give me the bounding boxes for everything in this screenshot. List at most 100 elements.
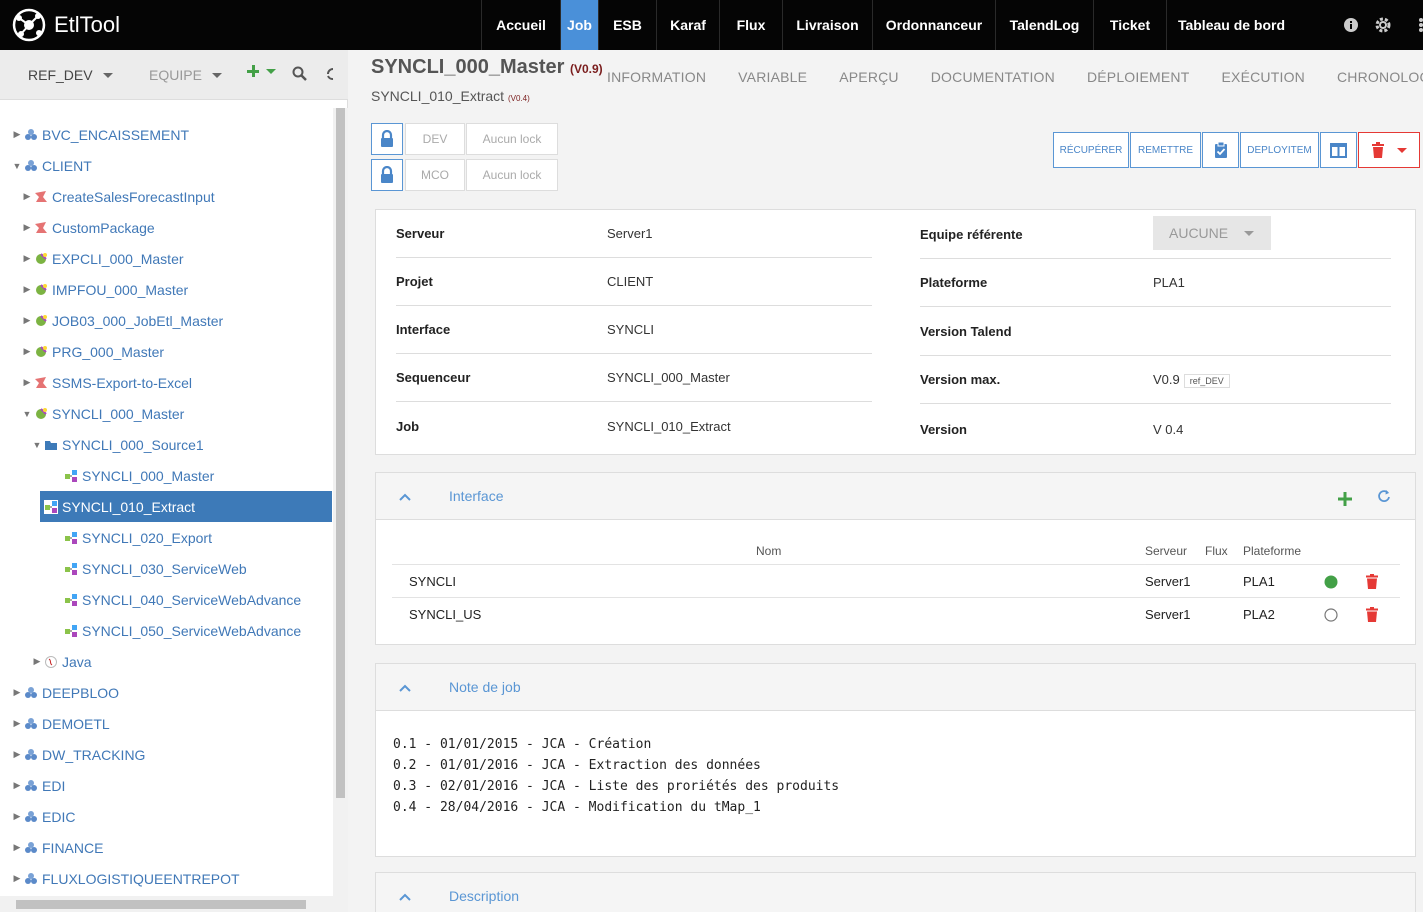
caret-right-icon[interactable]: ▶: [22, 284, 32, 295]
tree-item-bvc-encaissement[interactable]: ▶ BVC_ENCAISSEMENT: [0, 119, 190, 150]
status-active-icon[interactable]: [1324, 575, 1338, 592]
tree-item-createsalesforecastinput[interactable]: ▶ CreateSalesForecastInput: [0, 181, 215, 212]
caret-right-icon[interactable]: [52, 626, 62, 636]
trash-icon[interactable]: [1366, 574, 1378, 592]
scrollbar-thumb[interactable]: [16, 900, 306, 909]
sidebar-vertical-scrollbar[interactable]: [333, 108, 348, 912]
team-dropdown[interactable]: EQUIPE: [149, 67, 222, 83]
caret-right-icon[interactable]: ▶: [12, 873, 22, 884]
tree-item-syncli-010-extract[interactable]: SYNCLI_010_Extract: [40, 491, 332, 522]
tree-item-java[interactable]: ▶ Java: [0, 646, 92, 677]
caret-right-icon[interactable]: ▶: [32, 656, 42, 667]
sync-icon[interactable]: [325, 66, 335, 82]
nav-item-livraison[interactable]: Livraison: [782, 0, 872, 50]
add-interface-icon[interactable]: [1337, 491, 1353, 507]
caret-down-icon[interactable]: ▼: [12, 161, 22, 171]
tab-chronologie[interactable]: CHRONOLOGIE: [1337, 69, 1423, 85]
caret-down-icon[interactable]: ▼: [22, 409, 32, 419]
nav-item-job[interactable]: Job: [560, 0, 598, 50]
caret-right-icon[interactable]: ▶: [12, 780, 22, 791]
chevron-up-icon[interactable]: [398, 890, 412, 904]
caret-right-icon[interactable]: ▶: [12, 718, 22, 729]
tree-item-syncli-020-export[interactable]: SYNCLI_020_Export: [0, 522, 212, 553]
tree-item-edi[interactable]: ▶ EDI: [0, 770, 66, 801]
caret-right-icon[interactable]: [52, 471, 62, 481]
tree-item-finance[interactable]: ▶ FINANCE: [0, 832, 104, 863]
nav-item-talendlog[interactable]: TalendLog: [995, 0, 1093, 50]
tree-item-client[interactable]: ▼ CLIENT: [0, 150, 92, 181]
nav-item-ticket[interactable]: Ticket: [1093, 0, 1166, 50]
equipe-dropdown[interactable]: AUCUNE: [1153, 216, 1271, 250]
tree-item-dw-tracking[interactable]: ▶ DW_TRACKING: [0, 739, 146, 770]
caret-right-icon[interactable]: [52, 595, 62, 605]
column-header-nom[interactable]: Nom: [756, 544, 781, 558]
clipboard-check-button[interactable]: [1202, 132, 1239, 168]
tree-item-syncli-000-master[interactable]: ▼ SYNCLI_000_Master: [0, 398, 185, 429]
deployitem-button[interactable]: DEPLOYITEM: [1240, 132, 1319, 168]
tree-item-syncli-000-master[interactable]: SYNCLI_000_Master: [0, 460, 214, 491]
chevron-up-icon[interactable]: [398, 490, 412, 504]
caret-right-icon[interactable]: ▶: [12, 687, 22, 698]
search-icon[interactable]: [292, 66, 307, 81]
caret-right-icon[interactable]: ▶: [22, 191, 32, 202]
add-dropdown[interactable]: [246, 64, 276, 78]
caret-right-icon[interactable]: [52, 533, 62, 543]
trash-icon[interactable]: [1366, 607, 1378, 625]
refresh-icon[interactable]: [1377, 489, 1391, 503]
caret-right-icon[interactable]: ▶: [12, 842, 22, 853]
sidebar-horizontal-scrollbar[interactable]: [0, 896, 333, 912]
tree-item-demoetl[interactable]: ▶ DEMOETL: [0, 708, 110, 739]
status-inactive-icon[interactable]: [1324, 608, 1338, 625]
gear-icon[interactable]: [1373, 15, 1393, 35]
tab-apercu[interactable]: APERÇU: [839, 69, 899, 85]
tab-execution[interactable]: EXÉCUTION: [1222, 69, 1305, 85]
tab-deploiement[interactable]: DÉPLOIEMENT: [1087, 69, 1190, 85]
scrollbar-thumb[interactable]: [336, 108, 345, 798]
branch-dropdown[interactable]: REF_DEV: [28, 67, 113, 83]
tree-item-prg-000-master[interactable]: ▶ PRG_000_Master: [0, 336, 165, 367]
info-icon[interactable]: [1341, 15, 1361, 35]
tree-item-expcli-000-master[interactable]: ▶ EXPCLI_000_Master: [0, 243, 184, 274]
recuperer-button[interactable]: RÉCUPÉRER: [1053, 132, 1129, 168]
lock-button[interactable]: [371, 159, 403, 191]
nav-item-accueil[interactable]: Accueil: [481, 0, 560, 50]
tab-documentation[interactable]: DOCUMENTATION: [931, 69, 1055, 85]
nav-item-flux[interactable]: Flux: [719, 0, 782, 50]
remettre-button[interactable]: REMETTRE: [1130, 132, 1201, 168]
nav-item-karaf[interactable]: Karaf: [656, 0, 719, 50]
tree-item-impfou-000-master[interactable]: ▶ IMPFOU_000_Master: [0, 274, 189, 305]
nav-item-ordonnanceur[interactable]: Ordonnanceur: [872, 0, 995, 50]
caret-right-icon[interactable]: ▶: [12, 129, 22, 140]
interface-panel-header[interactable]: Interface: [376, 473, 1415, 520]
brand[interactable]: EtlTool: [10, 6, 120, 44]
tab-information[interactable]: INFORMATION: [607, 69, 706, 85]
tree-item-ssms-export-to-excel[interactable]: ▶ SSMS-Export-to-Excel: [0, 367, 193, 398]
caret-right-icon[interactable]: [52, 564, 62, 574]
caret-right-icon[interactable]: ▶: [22, 346, 32, 357]
tree-item-syncli-050-servicewebadvance[interactable]: SYNCLI_050_ServiceWebAdvance: [0, 615, 301, 646]
delete-dropdown-button[interactable]: [1358, 132, 1420, 168]
nav-item-esb[interactable]: ESB: [598, 0, 656, 50]
lock-button[interactable]: [371, 123, 403, 155]
caret-right-icon[interactable]: ▶: [12, 811, 22, 822]
column-header-serveur[interactable]: Serveur: [1145, 544, 1187, 558]
tree-item-custompackage[interactable]: ▶ CustomPackage: [0, 212, 155, 243]
tree-item-fluxlogistiqueentrepot[interactable]: ▶ FLUXLOGISTIQUEENTREPOT: [0, 863, 240, 894]
caret-right-icon[interactable]: ▶: [22, 377, 32, 388]
tree-item-syncli-030-serviceweb[interactable]: SYNCLI_030_ServiceWeb: [0, 553, 247, 584]
tree-item-edic[interactable]: ▶ EDIC: [0, 801, 76, 832]
tree-item-syncli-000-source1[interactable]: ▼ SYNCLI_000_Source1: [0, 429, 204, 460]
tree-item-job03-000-jobetl-master[interactable]: ▶ JOB03_000_JobEtl_Master: [0, 305, 224, 336]
tab-variable[interactable]: VARIABLE: [738, 69, 807, 85]
tree-item-deepbloo[interactable]: ▶ DEEPBLOO: [0, 677, 120, 708]
nav-item-tableau-de-bord[interactable]: Tableau de bord: [1166, 0, 1296, 50]
more-icon[interactable]: [1411, 15, 1423, 35]
description-panel-header[interactable]: Description: [376, 873, 1415, 912]
chevron-up-icon[interactable]: [398, 681, 412, 695]
caret-down-icon[interactable]: ▼: [32, 440, 42, 450]
split-view-button[interactable]: [1320, 132, 1357, 168]
column-header-flux[interactable]: Flux: [1205, 544, 1228, 558]
caret-right-icon[interactable]: ▶: [22, 253, 32, 264]
caret-right-icon[interactable]: ▶: [22, 315, 32, 326]
tree-item-syncli-040-servicewebadvance[interactable]: SYNCLI_040_ServiceWebAdvance: [0, 584, 301, 615]
